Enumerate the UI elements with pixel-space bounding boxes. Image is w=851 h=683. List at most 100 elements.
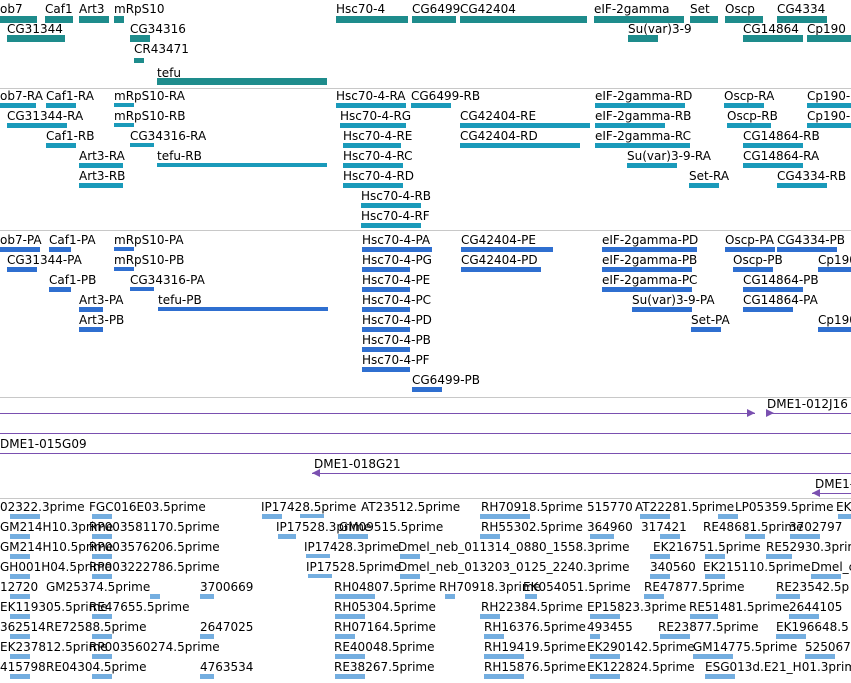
est-label[interactable]: RH07164.5prime (334, 620, 436, 634)
protein-label[interactable]: Caf1-PB (49, 273, 96, 287)
est-label[interactable]: RE51481.5prime (689, 600, 790, 614)
est-bar[interactable] (590, 654, 620, 659)
protein-label[interactable]: Caf1-PA (49, 233, 96, 247)
gene-label[interactable]: CG31344 (7, 22, 63, 36)
transcript-bar[interactable] (343, 163, 403, 168)
est-bar[interactable] (520, 514, 530, 519)
est-bar[interactable] (10, 574, 30, 579)
protein-label[interactable]: CG42404-PD (461, 253, 538, 267)
est-bar[interactable] (484, 674, 524, 679)
clone-line[interactable] (766, 413, 851, 414)
gene-bar[interactable] (7, 35, 65, 42)
est-label[interactable]: IP17428.5prime (261, 500, 356, 514)
gene-label[interactable]: Cp190 (807, 22, 846, 36)
clone-line[interactable] (0, 433, 851, 434)
est-bar[interactable] (705, 554, 725, 559)
transcript-label[interactable]: CG31344-RA (7, 109, 83, 123)
gene-bar[interactable] (743, 35, 803, 42)
est-label[interactable]: EK054051.5prime (523, 580, 631, 594)
protein-bar[interactable] (79, 307, 103, 312)
est-label[interactable]: ESG013d.E21_H01.3prim (705, 660, 851, 674)
gene-bar[interactable] (0, 16, 37, 23)
protein-bar[interactable] (777, 247, 837, 252)
est-bar[interactable] (92, 614, 112, 619)
est-bar[interactable] (10, 674, 30, 679)
est-bar[interactable] (92, 554, 112, 559)
transcript-label[interactable]: Su(var)3-9-RA (627, 149, 711, 163)
transcript-bar[interactable] (807, 123, 851, 128)
transcript-bar[interactable] (361, 203, 421, 208)
transcript-label[interactable]: tefu-RB (157, 149, 202, 163)
est-label[interactable]: AT22281.5prime (635, 500, 734, 514)
transcript-bar[interactable] (79, 163, 123, 168)
est-bar[interactable] (306, 554, 330, 558)
est-bar[interactable] (445, 594, 455, 599)
est-bar[interactable] (745, 534, 765, 539)
est-label[interactable]: 515770 (587, 500, 633, 514)
est-label[interactable]: RE23542.5p (776, 580, 849, 594)
transcript-bar[interactable] (343, 143, 401, 148)
transcript-bar[interactable] (595, 103, 685, 108)
est-label[interactable]: Dmel_c (811, 560, 851, 574)
est-label[interactable]: 2644105 (789, 600, 842, 614)
est-bar[interactable] (10, 634, 30, 639)
transcript-bar[interactable] (743, 143, 803, 148)
transcript-label[interactable]: CG34316-RA (130, 129, 206, 143)
protein-bar[interactable] (49, 247, 71, 252)
est-label[interactable]: 340560 (650, 560, 696, 574)
transcript-bar[interactable] (807, 103, 851, 108)
transcript-bar[interactable] (627, 163, 677, 168)
protein-bar[interactable] (818, 327, 851, 332)
est-label[interactable]: RP003576206.5prime (89, 540, 220, 554)
gene-bar[interactable] (628, 35, 658, 42)
est-bar[interactable] (718, 514, 738, 519)
protein-bar[interactable] (49, 287, 71, 292)
protein-bar[interactable] (7, 267, 37, 272)
genome-browser-view[interactable]: ob7 Caf1 Art3 mRpS10 Hsc70-4 CG6499 CG42404 eIF… (0, 0, 851, 683)
est-label[interactable]: 415798 (0, 660, 46, 674)
est-bar[interactable] (690, 614, 718, 619)
transcript-label[interactable]: Cp190- (807, 89, 850, 103)
protein-bar[interactable] (362, 347, 410, 352)
est-label[interactable]: AT23512.5prime (361, 500, 460, 514)
transcript-bar[interactable] (0, 103, 36, 108)
transcript-bar[interactable] (460, 123, 590, 128)
est-label[interactable]: RH15876.5prime (484, 660, 586, 674)
est-bar[interactable] (200, 674, 214, 679)
transcript-label[interactable]: Caf1-RB (46, 129, 95, 143)
transcript-label[interactable]: CG14864-RA (743, 149, 819, 163)
protein-label[interactable]: eIF-2gamma-PD (602, 233, 698, 247)
gene-label[interactable]: Set (690, 2, 710, 16)
gene-bar[interactable] (594, 16, 684, 23)
est-bar[interactable] (308, 574, 332, 578)
transcript-bar[interactable] (130, 143, 154, 147)
est-bar[interactable] (811, 574, 841, 579)
gene-label[interactable]: Hsc70-4 (336, 2, 385, 16)
est-bar[interactable] (590, 674, 620, 679)
est-bar[interactable] (92, 514, 112, 519)
transcript-bar[interactable] (343, 183, 403, 188)
transcript-label[interactable]: Hsc70-4-RF (361, 209, 430, 223)
protein-bar[interactable] (362, 247, 432, 252)
est-bar[interactable] (335, 634, 355, 639)
gene-label[interactable]: ob7 (0, 2, 23, 16)
protein-bar[interactable] (461, 267, 541, 272)
transcript-label[interactable]: CG4334-RB (777, 169, 846, 183)
est-bar[interactable] (10, 534, 30, 539)
transcript-bar[interactable] (157, 163, 327, 167)
est-bar[interactable] (766, 554, 792, 559)
gene-bar[interactable] (777, 16, 827, 23)
est-label[interactable]: RE47877.5prime (644, 580, 745, 594)
transcript-bar[interactable] (595, 123, 665, 128)
est-label[interactable]: 02322.3prime (0, 500, 85, 514)
clone-label[interactable]: DME1-015G09 (0, 437, 87, 451)
est-bar[interactable] (335, 614, 365, 619)
est-bar[interactable] (92, 674, 112, 679)
est-label[interactable]: LP05359.5prime (735, 500, 834, 514)
protein-label[interactable]: Su(var)3-9-PA (632, 293, 715, 307)
est-label[interactable]: RH16376.5prime (484, 620, 586, 634)
gene-bar[interactable] (114, 16, 124, 23)
protein-bar[interactable] (733, 267, 773, 272)
est-label[interactable]: 3700669 (200, 580, 253, 594)
est-label[interactable]: EK290142.5prime (587, 640, 695, 654)
